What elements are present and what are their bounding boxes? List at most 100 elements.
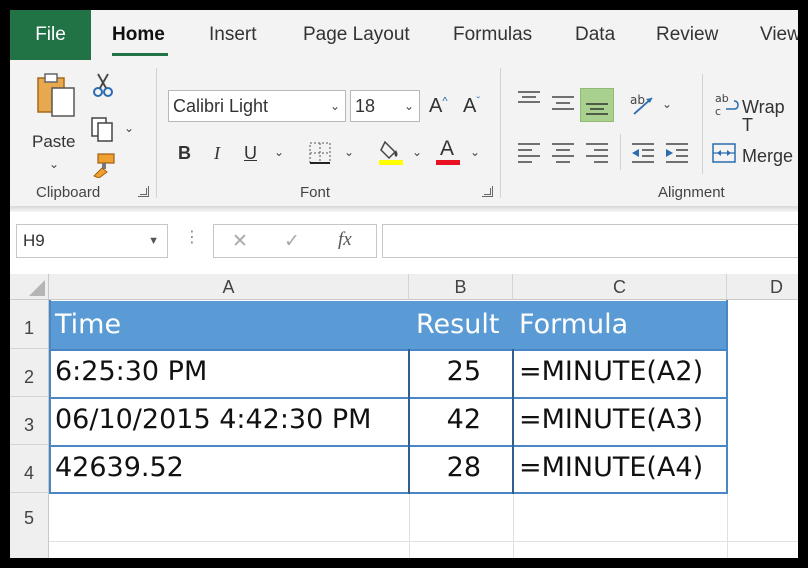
- paste-label: Paste: [32, 132, 76, 151]
- increase-font-icon[interactable]: A^: [429, 96, 448, 116]
- formula-bar-area: H9 ▼ ⋮ ✕ ✓ fx: [10, 212, 798, 270]
- font-size-combo[interactable]: 18 ⌄: [350, 90, 420, 122]
- format-painter-icon[interactable]: [90, 152, 116, 178]
- decrease-indent-icon[interactable]: [630, 140, 656, 166]
- table-border: [726, 300, 728, 494]
- align-left-icon[interactable]: [516, 140, 542, 166]
- fill-color-dropdown-icon[interactable]: ⌄: [412, 146, 422, 158]
- ribbon: Paste ⌄ ⌄ Clipboard Calibri Light ⌄ 18 ⌄…: [10, 60, 798, 206]
- row-header-3[interactable]: 3: [10, 397, 49, 445]
- font-name-combo[interactable]: Calibri Light ⌄: [168, 90, 346, 122]
- table-cell[interactable]: 06/10/2015 4:42:30 PM: [50, 397, 409, 445]
- font-color-dropdown-icon[interactable]: ⌄: [470, 146, 480, 158]
- table-border: [49, 349, 727, 351]
- align-middle-icon[interactable]: [550, 90, 576, 116]
- tab-data[interactable]: Data: [575, 10, 615, 60]
- wrap-text-icon[interactable]: ab c: [714, 92, 740, 118]
- align-bottom-icon: [586, 103, 608, 115]
- table-cell[interactable]: 42639.52: [50, 445, 409, 493]
- align-top-icon[interactable]: [516, 88, 542, 114]
- table-cell[interactable]: 42: [409, 397, 513, 445]
- table-border: [49, 300, 51, 494]
- decrease-font-icon[interactable]: Aˇ: [463, 96, 480, 116]
- excel-window: File Home Insert Page Layout Formulas Da…: [10, 10, 798, 558]
- font-color-icon[interactable]: A: [436, 138, 462, 166]
- tab-review[interactable]: Review: [656, 10, 718, 60]
- tab-view[interactable]: View: [760, 10, 798, 60]
- tab-formulas[interactable]: Formulas: [453, 10, 532, 60]
- underline-dropdown-icon[interactable]: ⌄: [274, 146, 284, 158]
- table-cell[interactable]: =MINUTE(A3): [513, 397, 727, 445]
- row-header-4[interactable]: 4: [10, 445, 49, 493]
- tab-file[interactable]: File: [10, 10, 91, 60]
- formula-bar-buttons: ✕ ✓ fx: [213, 224, 377, 258]
- align-right-icon[interactable]: [584, 140, 610, 166]
- tab-insert[interactable]: Insert: [209, 10, 257, 60]
- table-cell[interactable]: 28: [409, 445, 513, 493]
- table-cell[interactable]: =MINUTE(A2): [513, 349, 727, 397]
- svg-text:ab: ab: [715, 92, 729, 105]
- table-border: [49, 445, 727, 447]
- column-header-c[interactable]: C: [513, 274, 727, 300]
- table-border: [408, 349, 410, 494]
- row-header-1[interactable]: 1: [10, 300, 49, 349]
- formula-input[interactable]: [382, 224, 798, 258]
- copy-dropdown-icon[interactable]: ⌄: [124, 122, 134, 134]
- table-header-cell[interactable]: Formula: [513, 301, 727, 349]
- row-header-5[interactable]: 5: [10, 493, 49, 558]
- borders-dropdown-icon[interactable]: ⌄: [344, 146, 354, 158]
- group-separator: [620, 134, 621, 170]
- group-separator: [156, 68, 157, 198]
- align-center-icon[interactable]: [550, 140, 576, 166]
- name-box-value: H9: [23, 231, 45, 250]
- enter-icon[interactable]: ✓: [284, 230, 300, 253]
- clipboard-group-label: Clipboard: [36, 184, 101, 201]
- align-bottom-button[interactable]: [580, 88, 614, 122]
- group-separator: [500, 68, 501, 198]
- row-header-2[interactable]: 2: [10, 349, 49, 397]
- orientation-dropdown-icon[interactable]: ⌄: [662, 98, 672, 110]
- borders-icon[interactable]: [308, 141, 332, 165]
- table-cell[interactable]: =MINUTE(A4): [513, 445, 727, 493]
- gridline: [513, 493, 514, 558]
- font-size-value: 18: [355, 96, 376, 116]
- increase-indent-icon[interactable]: [664, 140, 690, 166]
- wrap-text-label[interactable]: Wrap T: [742, 98, 798, 134]
- fill-color-icon[interactable]: [378, 138, 404, 166]
- column-header-b[interactable]: B: [409, 274, 513, 300]
- italic-icon[interactable]: I: [214, 144, 220, 162]
- paste-dropdown-icon: ⌄: [49, 157, 60, 171]
- tab-page-layout[interactable]: Page Layout: [303, 10, 410, 60]
- worksheet-grid: A B C D 1 2 3 4 5 Time Result Formula 6:…: [10, 274, 798, 558]
- font-launcher-icon[interactable]: [482, 186, 493, 197]
- table-border: [512, 349, 514, 494]
- font-name-value: Calibri Light: [173, 96, 269, 116]
- name-box[interactable]: H9 ▼: [16, 224, 168, 258]
- clipboard-launcher-icon[interactable]: [138, 186, 149, 197]
- merge-icon[interactable]: [712, 142, 738, 166]
- table-header-cell[interactable]: Result: [409, 301, 513, 349]
- table-border: [49, 397, 727, 399]
- cut-icon[interactable]: [92, 72, 114, 98]
- orientation-icon[interactable]: ab: [628, 90, 656, 118]
- merge-label[interactable]: Merge: [742, 147, 793, 165]
- copy-icon[interactable]: [90, 116, 116, 142]
- column-header-d[interactable]: D: [727, 274, 798, 300]
- table-cell[interactable]: 25: [409, 349, 513, 397]
- formula-bar-grip-icon[interactable]: ⋮: [184, 230, 200, 246]
- svg-text:c: c: [715, 105, 721, 118]
- svg-text:ab: ab: [630, 93, 645, 107]
- paste-button[interactable]: Paste ⌄: [28, 70, 84, 170]
- column-header-a[interactable]: A: [49, 274, 409, 300]
- cancel-icon[interactable]: ✕: [232, 230, 248, 253]
- table-cell[interactable]: 6:25:30 PM: [50, 349, 409, 397]
- insert-function-icon[interactable]: fx: [338, 229, 352, 251]
- alignment-group-label: Alignment: [658, 184, 725, 201]
- group-separator: [702, 74, 703, 174]
- ribbon-tab-bar: File Home Insert Page Layout Formulas Da…: [10, 10, 798, 60]
- select-all-button[interactable]: [10, 274, 49, 300]
- underline-icon[interactable]: U: [244, 144, 257, 162]
- active-tab-indicator: [112, 53, 168, 56]
- bold-icon[interactable]: B: [178, 144, 191, 162]
- table-header-cell[interactable]: Time: [50, 301, 409, 349]
